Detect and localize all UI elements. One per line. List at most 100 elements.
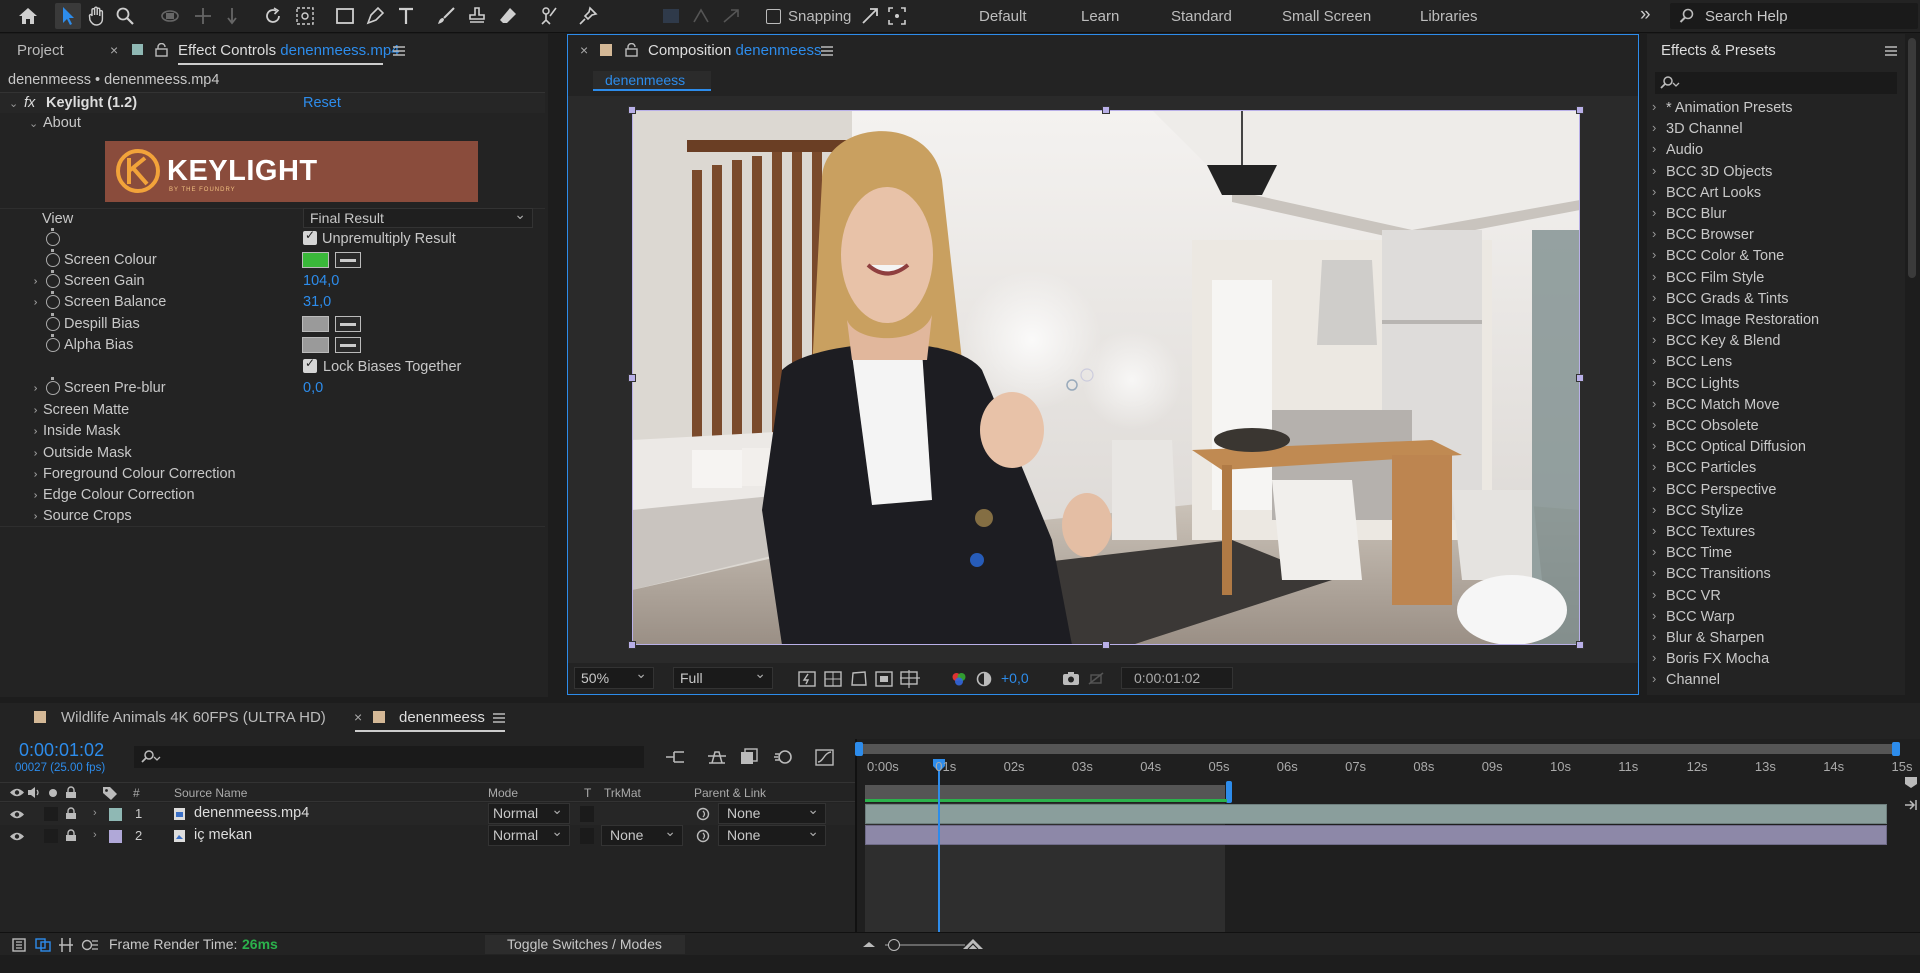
snap-edges-icon[interactable]	[857, 3, 883, 29]
group-foreground-colour[interactable]: ⌄ Foreground Colour Correction	[0, 464, 545, 485]
layer-1-duration-bar[interactable]	[865, 804, 1887, 824]
chevron-right-icon[interactable]: ›	[1652, 438, 1656, 453]
tab-project[interactable]: Project	[17, 42, 64, 59]
layer-label-color[interactable]	[109, 830, 122, 843]
render-time-icon[interactable]	[81, 938, 99, 952]
transform-handle[interactable]	[628, 641, 636, 649]
chevron-right-icon[interactable]: ›	[1652, 544, 1656, 559]
playhead-line[interactable]	[938, 761, 940, 955]
screen-gain-value[interactable]: 104,0	[303, 273, 339, 289]
video-frame[interactable]	[632, 110, 1580, 645]
workspace-default[interactable]: Default	[979, 8, 1027, 25]
layer-name[interactable]: denenmeess.mp4	[194, 805, 309, 821]
snapshot-camera-icon[interactable]	[1062, 671, 1080, 686]
chevron-right-icon[interactable]: ›	[1652, 99, 1656, 114]
stopwatch-icon[interactable]	[46, 270, 60, 288]
layer-mode-dropdown[interactable]: Normal	[488, 823, 570, 846]
puppet-pin-icon[interactable]	[575, 3, 601, 29]
solo-icon[interactable]	[49, 789, 57, 797]
chevron-right-icon[interactable]: ›	[1652, 650, 1656, 665]
panel-menu-icon[interactable]	[1885, 46, 1897, 56]
panel-menu-icon[interactable]	[493, 713, 505, 723]
tab-timeline-active[interactable]: denenmeess	[399, 709, 485, 726]
dolly-camera-icon[interactable]	[219, 3, 245, 29]
view-axis-icon[interactable]	[718, 3, 744, 29]
chevron-right-icon[interactable]: ⌄	[27, 512, 40, 521]
world-axis-icon[interactable]	[688, 3, 714, 29]
lock-icon[interactable]	[625, 43, 638, 57]
chevron-right-icon[interactable]: ›	[1652, 184, 1656, 199]
home-icon[interactable]	[15, 3, 41, 29]
lock-icon[interactable]	[65, 786, 77, 799]
close-tab-icon[interactable]: ×	[354, 709, 362, 725]
zoom-tool-icon[interactable]	[112, 3, 138, 29]
pin-layer-icon[interactable]	[1903, 797, 1919, 813]
chevron-right-icon[interactable]: ›	[1652, 205, 1656, 220]
layer-switches-icon[interactable]	[12, 938, 26, 952]
screen-preblur-value[interactable]: 0,0	[303, 380, 323, 396]
chevron-right-icon[interactable]: ›	[1652, 290, 1656, 305]
despill-bias-swatch[interactable]	[302, 316, 329, 332]
frame-blending-icon[interactable]	[740, 748, 760, 766]
chevron-right-icon[interactable]: ›	[1652, 332, 1656, 347]
transfer-controls-icon[interactable]	[35, 938, 51, 952]
solo-switch[interactable]	[44, 829, 58, 843]
comp-timecode-field[interactable]: 0:00:01:02	[1121, 667, 1233, 689]
transparency-grid-icon[interactable]	[824, 671, 842, 687]
reset-exposure-icon[interactable]	[976, 671, 992, 687]
group-screen-matte[interactable]: ⌄ Screen Matte	[0, 400, 545, 421]
transform-handle[interactable]	[1576, 641, 1584, 649]
eraser-tool-icon[interactable]	[495, 3, 521, 29]
chevron-right-icon[interactable]: ⌄	[27, 406, 40, 415]
comp-sub-tab[interactable]: denenmeess	[593, 71, 711, 91]
close-tab-icon[interactable]: ×	[110, 42, 118, 58]
zoom-slider-thumb[interactable]	[888, 939, 900, 951]
group-outside-mask[interactable]: ⌄ Outside Mask	[0, 443, 545, 464]
screen-balance-value[interactable]: 31,0	[303, 294, 331, 310]
stopwatch-icon[interactable]	[46, 291, 60, 309]
composition-viewer[interactable]	[568, 96, 1638, 663]
audio-icon[interactable]	[27, 786, 41, 799]
preserve-transparency-switch[interactable]	[580, 828, 594, 844]
transform-handle[interactable]	[1102, 641, 1110, 649]
mask-visibility-icon[interactable]	[850, 670, 868, 688]
pen-tool-icon[interactable]	[362, 3, 388, 29]
type-tool-icon[interactable]	[393, 3, 419, 29]
expand-layer-chevron[interactable]: ›	[93, 807, 97, 819]
workspace-libraries[interactable]: Libraries	[1420, 8, 1478, 25]
eyedropper-icon[interactable]	[335, 252, 361, 268]
video-visibility-icon[interactable]	[9, 831, 25, 842]
layer-trkmat-dropdown[interactable]: None	[601, 823, 683, 846]
stopwatch-icon[interactable]	[46, 313, 60, 331]
tab-timeline-other[interactable]: Wildlife Animals 4K 60FPS (ULTRA HD)	[61, 709, 326, 726]
workspace-overflow-icon[interactable]: »	[1640, 4, 1651, 26]
orbit-camera-icon[interactable]	[157, 3, 183, 29]
comp-flowchart-icon[interactable]	[664, 748, 686, 766]
timeline-timecode[interactable]: 0:00:01:02	[19, 740, 104, 761]
graph-editor-icon[interactable]	[815, 747, 835, 767]
layer-2-duration-bar[interactable]	[865, 825, 1887, 845]
chevron-right-icon[interactable]: ⌄	[27, 491, 40, 500]
label-tag-icon[interactable]	[102, 786, 118, 800]
grid-guides-icon[interactable]	[900, 670, 920, 688]
chevron-right-icon[interactable]: ›	[1652, 587, 1656, 602]
chevron-right-icon[interactable]: ⌄	[27, 427, 40, 436]
group-edge-colour[interactable]: ⌄ Edge Colour Correction	[0, 485, 545, 506]
workspace-learn[interactable]: Learn	[1081, 8, 1119, 25]
layer-bounds[interactable]	[632, 110, 1580, 645]
clone-stamp-icon[interactable]	[464, 3, 490, 29]
layer-parent-dropdown[interactable]: None	[718, 823, 826, 846]
panel-menu-icon[interactable]	[821, 46, 833, 56]
panel-menu-icon[interactable]	[393, 46, 405, 56]
fast-previews-icon[interactable]	[798, 671, 816, 687]
stopwatch-icon[interactable]	[46, 334, 60, 352]
transform-handle[interactable]	[1102, 106, 1110, 114]
layer-mode-dropdown[interactable]: Normal	[488, 801, 570, 824]
chevron-right-icon[interactable]: ›	[1652, 671, 1656, 686]
effects-search-field[interactable]	[1655, 72, 1897, 94]
layer-row[interactable]: › 2 iç mekan Normal None None	[0, 823, 855, 847]
lock-icon[interactable]	[155, 43, 168, 57]
chevron-right-icon[interactable]: ⌄	[27, 277, 40, 286]
workspace-standard[interactable]: Standard	[1171, 8, 1232, 25]
layer-row[interactable]: › 1 denenmeess.mp4 Normal None	[0, 801, 855, 825]
